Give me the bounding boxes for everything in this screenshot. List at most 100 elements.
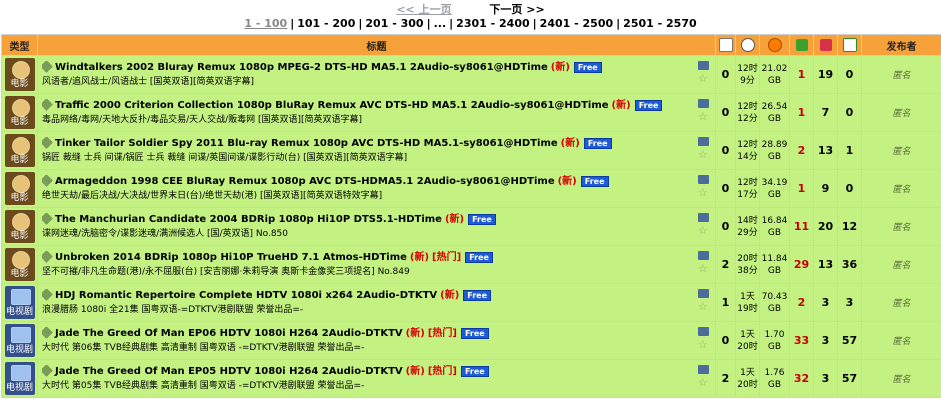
category-cell[interactable]: 电视剧 — [1, 321, 38, 360]
download-icon[interactable] — [698, 212, 709, 222]
category-cell[interactable]: 电影 — [1, 207, 38, 246]
leechers-count[interactable]: 20 — [813, 207, 838, 246]
page-link[interactable]: ... — [434, 17, 447, 30]
page-link[interactable]: 2401 - 2500 — [540, 17, 613, 30]
comments-count[interactable]: 0 — [715, 55, 736, 94]
leechers-count[interactable]: 3 — [813, 321, 838, 360]
comments-count[interactable]: 2 — [715, 359, 736, 398]
category-cell[interactable]: 电视剧 — [1, 283, 38, 322]
bookmark-star-icon[interactable]: ☆ — [698, 301, 712, 312]
completed-count[interactable]: 57 — [837, 321, 862, 360]
page-link[interactable]: 101 - 200 — [297, 17, 355, 30]
completed-count[interactable]: 0 — [837, 169, 862, 208]
seeders-count[interactable]: 11 — [789, 207, 814, 246]
leechers-count[interactable]: 13 — [813, 131, 838, 170]
download-icon[interactable] — [698, 326, 709, 336]
category-cell[interactable]: 电影 — [1, 245, 38, 284]
category-badge[interactable]: 电影 — [4, 248, 35, 281]
comments-count[interactable]: 2 — [715, 245, 736, 284]
col-type[interactable]: 类型 — [1, 34, 38, 56]
page-link[interactable]: 201 - 300 — [365, 17, 423, 30]
category-badge[interactable]: 电视剧 — [4, 362, 35, 395]
bookmark-star-icon[interactable]: ☆ — [698, 263, 712, 274]
completed-count[interactable]: 57 — [837, 359, 862, 398]
category-badge[interactable]: 电影 — [4, 96, 35, 129]
torrent-name-link[interactable]: The Manchurian Candidate 2004 BDRip 1080… — [55, 214, 442, 225]
prev-page-link[interactable]: << 上一页 — [396, 3, 451, 16]
torrent-name-link[interactable]: Traffic 2000 Criterion Collection 1080p … — [55, 100, 609, 111]
download-icon[interactable] — [698, 98, 709, 108]
seeders-count[interactable]: 33 — [789, 321, 814, 360]
title-cell: ☆ Armageddon 1998 CEE BluRay Remux 1080p … — [37, 169, 716, 208]
bookmark-star-icon[interactable]: ☆ — [698, 225, 712, 236]
bookmark-star-icon[interactable]: ☆ — [698, 339, 712, 350]
completed-count[interactable]: 3 — [837, 283, 862, 322]
page-link[interactable]: 2301 - 2400 — [456, 17, 529, 30]
page-link[interactable]: 2501 - 2570 — [623, 17, 696, 30]
download-icon[interactable] — [698, 250, 709, 260]
torrent-name-link[interactable]: Unbroken 2014 BDRip 1080p Hi10P TrueHD 7… — [55, 252, 407, 263]
comments-count[interactable]: 0 — [715, 169, 736, 208]
comments-count[interactable]: 0 — [715, 131, 736, 170]
torrent-name-link[interactable]: Tinker Tailor Soldier Spy 2011 Blu-ray R… — [55, 138, 558, 149]
completed-count[interactable]: 36 — [837, 245, 862, 284]
download-icon[interactable] — [698, 364, 709, 374]
category-badge[interactable]: 电影 — [4, 134, 35, 167]
category-badge[interactable]: 电视剧 — [4, 286, 35, 319]
category-badge[interactable]: 电影 — [4, 172, 35, 205]
completed-count[interactable]: 1 — [837, 131, 862, 170]
download-icon[interactable] — [698, 60, 709, 70]
download-icon[interactable] — [698, 288, 709, 298]
bookmark-star-icon[interactable]: ☆ — [698, 149, 712, 160]
leechers-count[interactable]: 9 — [813, 169, 838, 208]
category-cell[interactable]: 电影 — [1, 169, 38, 208]
col-completed[interactable] — [837, 34, 862, 56]
torrent-name-link[interactable]: Jade The Greed Of Man EP06 HDTV 1080i H2… — [55, 328, 403, 339]
bookmark-star-icon[interactable]: ☆ — [698, 187, 712, 198]
comments-count[interactable]: 1 — [715, 283, 736, 322]
seeders-count[interactable]: 1 — [789, 169, 814, 208]
col-title[interactable]: 标题 — [37, 34, 716, 56]
seeders-count[interactable]: 1 — [789, 93, 814, 132]
category-badge[interactable]: 电影 — [4, 210, 35, 243]
leechers-count[interactable]: 19 — [813, 55, 838, 94]
download-icon[interactable] — [698, 136, 709, 146]
category-badge[interactable]: 电视剧 — [4, 324, 35, 357]
leechers-count[interactable]: 13 — [813, 245, 838, 284]
category-cell[interactable]: 电影 — [1, 131, 38, 170]
torrent-name-link[interactable]: Windtalkers 2002 Bluray Remux 1080p MPEG… — [55, 62, 548, 73]
bookmark-star-icon[interactable]: ☆ — [698, 111, 712, 122]
torrent-name-link[interactable]: Jade The Greed Of Man EP05 HDTV 1080i H2… — [55, 366, 403, 377]
seeders-count[interactable]: 2 — [789, 283, 814, 322]
seeders-count[interactable]: 2 — [789, 131, 814, 170]
category-cell[interactable]: 电影 — [1, 93, 38, 132]
bookmark-star-icon[interactable]: ☆ — [698, 73, 712, 84]
leechers-count[interactable]: 3 — [813, 283, 838, 322]
col-time[interactable] — [735, 34, 760, 56]
completed-count[interactable]: 0 — [837, 93, 862, 132]
seeders-count[interactable]: 32 — [789, 359, 814, 398]
col-size[interactable] — [759, 34, 790, 56]
comments-count[interactable]: 0 — [715, 207, 736, 246]
category-cell[interactable]: 电视剧 — [1, 359, 38, 398]
torrent-name-link[interactable]: Armageddon 1998 CEE BluRay Remux 1080p A… — [55, 176, 555, 187]
col-comments[interactable] — [715, 34, 736, 56]
category-cell[interactable]: 电影 — [1, 55, 38, 94]
page-link[interactable]: 1 - 100 — [244, 17, 287, 30]
col-leechers[interactable] — [813, 34, 838, 56]
col-uploader[interactable]: 发布者 — [861, 34, 941, 56]
next-page-link[interactable]: 下一页 >> — [489, 3, 544, 16]
comments-count[interactable]: 0 — [715, 93, 736, 132]
download-icon[interactable] — [698, 174, 709, 184]
leechers-count[interactable]: 3 — [813, 359, 838, 398]
bookmark-star-icon[interactable]: ☆ — [698, 377, 712, 388]
leechers-count[interactable]: 7 — [813, 93, 838, 132]
completed-count[interactable]: 12 — [837, 207, 862, 246]
col-seeders[interactable] — [789, 34, 814, 56]
torrent-name-link[interactable]: HDJ Romantic Repertoire Complete HDTV 10… — [55, 290, 437, 301]
seeders-count[interactable]: 29 — [789, 245, 814, 284]
seeders-count[interactable]: 1 — [789, 55, 814, 94]
completed-count[interactable]: 0 — [837, 55, 862, 94]
category-badge[interactable]: 电影 — [4, 58, 35, 91]
comments-count[interactable]: 0 — [715, 321, 736, 360]
